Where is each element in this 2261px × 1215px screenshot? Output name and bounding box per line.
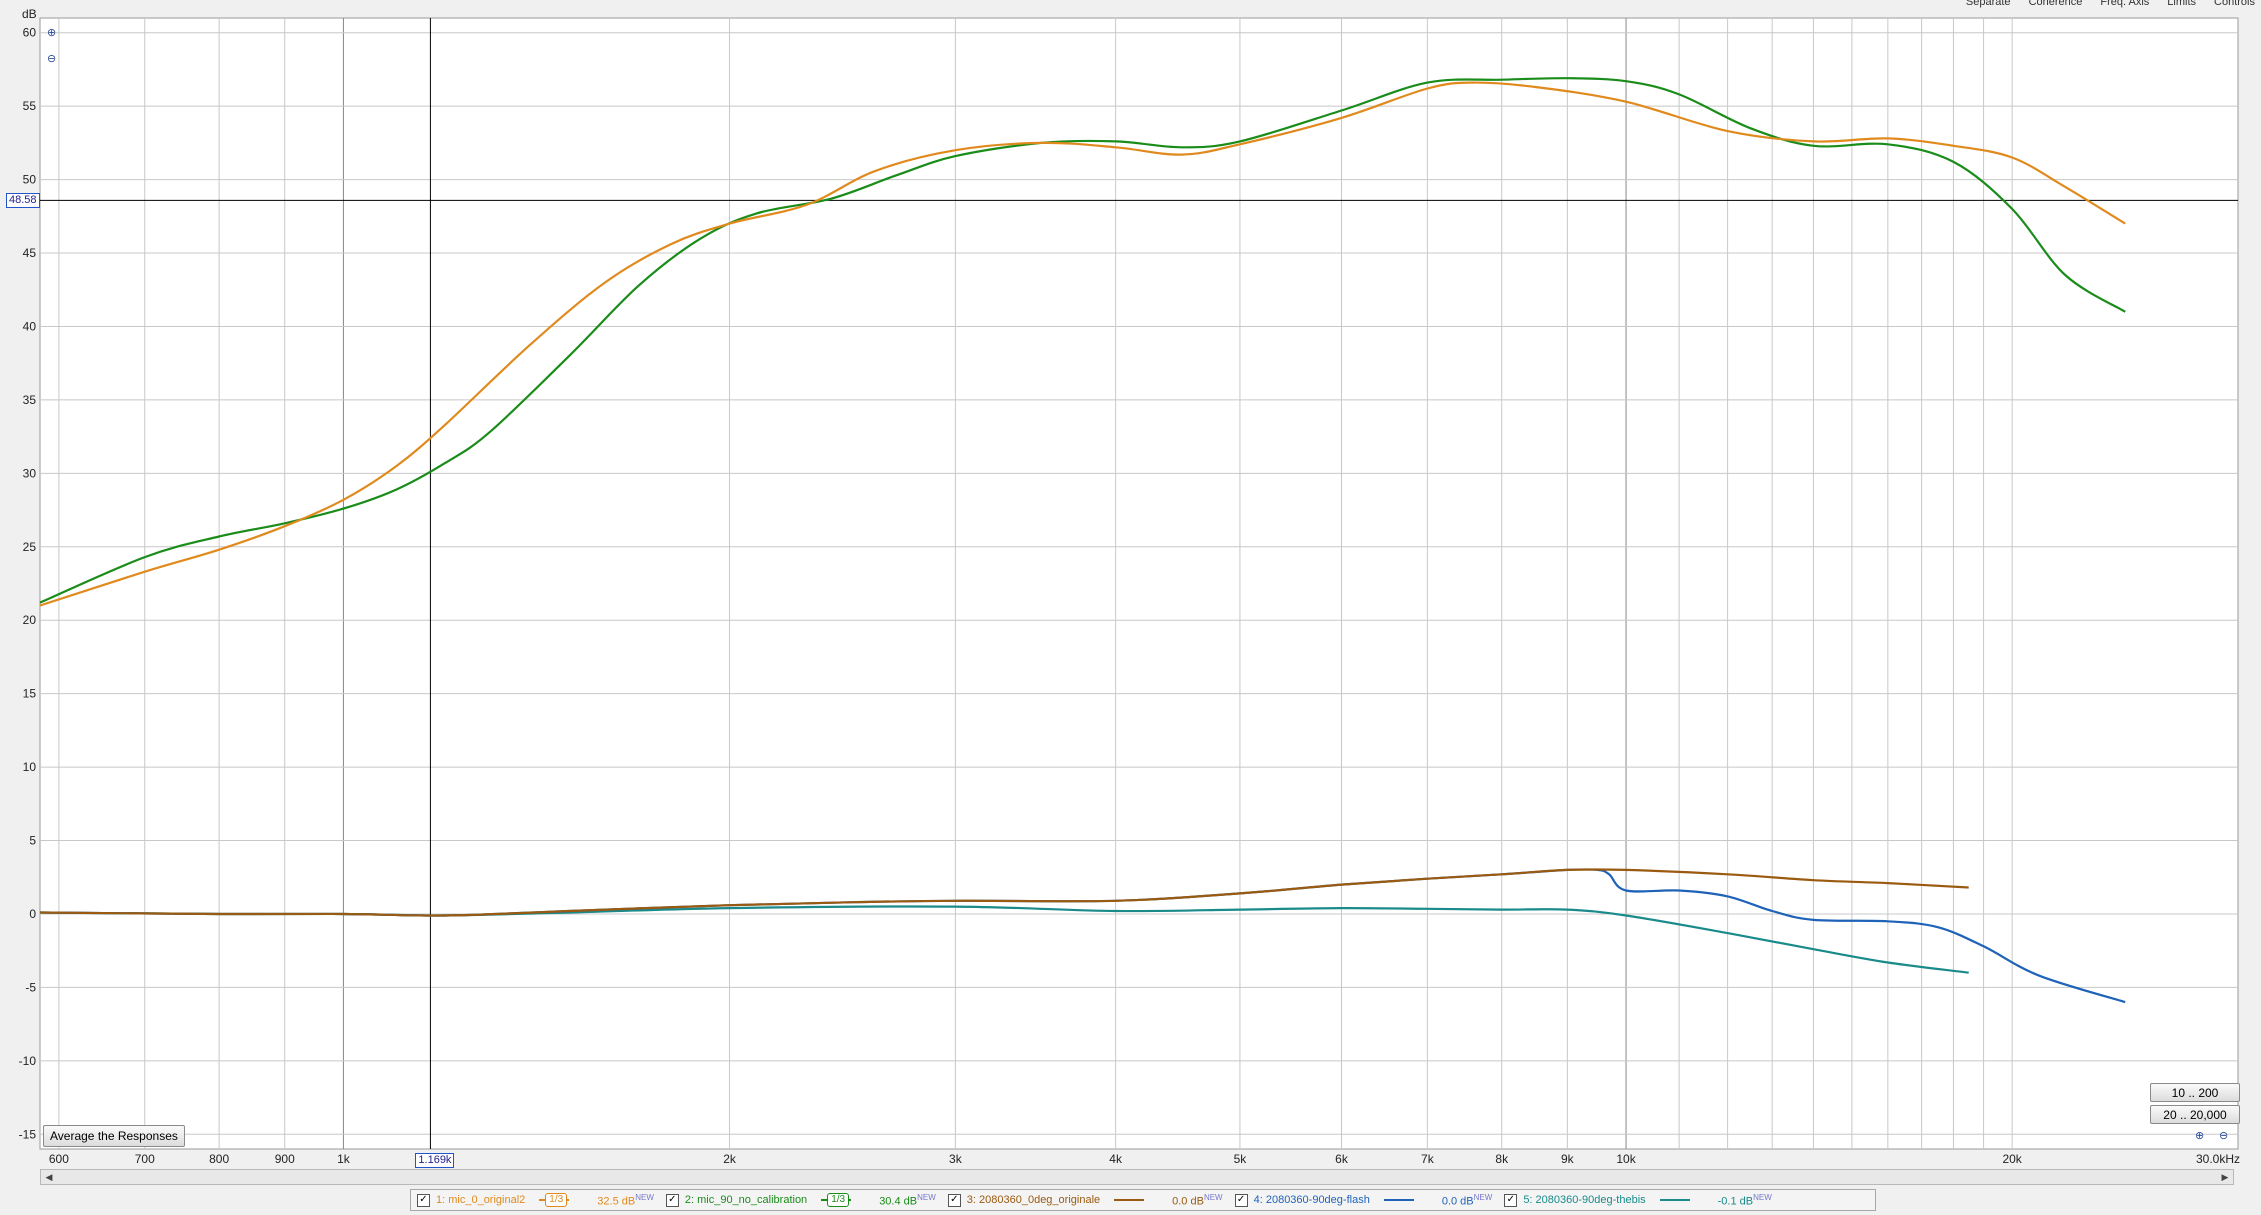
legend-item[interactable]: ✓ 1: mic_0_original2 1/3 32.5 dBNEW [417,1193,660,1208]
y-tick-label: 5 [29,834,36,848]
x-tick-label: 1k [337,1152,351,1166]
legend-swatch [1659,1199,1690,1201]
y-tick-label: 40 [23,319,37,333]
legend-offset[interactable]: 30.4 dBNEW [879,1193,936,1208]
legend-item[interactable]: ✓ 3: 2080360_0deg_originale 0.0 dBNEW [947,1193,1229,1208]
x-tick-label: 700 [135,1152,155,1166]
legend-offset[interactable]: 0.0 dBNEW [1172,1193,1222,1208]
frequency-response-chart[interactable]: 605550454035302520151050-5-10-15 600 700 8… [0,0,2261,1215]
legend-new-tag: NEW [1473,1192,1493,1202]
average-responses-button[interactable]: Average the Responses [43,1125,185,1147]
y-tick-label: 45 [23,246,37,260]
x-tick-label: 900 [275,1152,295,1166]
y-tick-label: 50 [23,173,37,187]
legend-label: 1: mic_0_original2 [436,1194,526,1206]
x-tick-label: 2k [723,1152,737,1166]
x-tick-label: 5k [1234,1152,1248,1166]
legend-checkbox[interactable]: ✓ [1504,1193,1518,1207]
x-axis-ticks: 600 700 800 900 1k 2k 3k 4k 5k 6k 7k 8k 9k 10k 20k 30.0… [49,1152,2240,1166]
legend-swatch: 1/3 [539,1193,570,1207]
y-tick-label: 0 [29,907,36,921]
legend-item[interactable]: ✓ 4: 2080360-90deg-flash 0.0 dBNEW [1234,1193,1499,1208]
scroll-left-arrow-icon[interactable]: ◀ [41,1170,57,1184]
range-20-20000-button[interactable]: 20 .. 20,000 [2150,1105,2240,1124]
y-tick-label: 55 [23,99,37,113]
legend-bar: ✓ 1: mic_0_original2 1/3 32.5 dBNEW ✓ 2: mic_… [410,1189,1876,1211]
legend-label: 4: 2080360-90deg-flash [1253,1194,1370,1206]
y-tick-label: -15 [19,1127,37,1141]
y-tick-label: 25 [23,540,37,554]
legend-checkbox[interactable]: ✓ [417,1193,430,1207]
grid [39,17,2239,1150]
smoothing-badge[interactable]: 1/3 [545,1193,568,1207]
zoom-out-x-icon[interactable]: ⊖ [2219,1129,2233,1143]
x-tick-label: 800 [209,1152,229,1166]
x-tick-label: 600 [49,1152,69,1166]
legend-checkbox[interactable]: ✓ [947,1193,961,1207]
y-tick-label: 10 [23,760,37,774]
y-tick-label: 20 [23,613,37,627]
x-tick-label: 8k [1495,1152,1509,1166]
y-tick-label: -5 [25,980,36,994]
plot-area [39,17,2239,1150]
range-10-200-button[interactable]: 10 .. 200 [2150,1083,2240,1102]
x-tick-label: 7k [1421,1152,1435,1166]
x-tick-label: 10k [1616,1152,1636,1166]
y-tick-label: -10 [19,1054,37,1068]
legend-swatch [1383,1199,1414,1201]
legend-swatch: 1/3 [821,1193,852,1207]
legend-offset[interactable]: 32.5 dBNEW [597,1193,654,1208]
cursor-freq-readout: 1.169k [415,1153,455,1168]
cursor-db-readout: 48.58 [6,193,40,209]
legend-item[interactable]: ✓ 2: mic_90_no_calibration 1/3 30.4 dBNEW [665,1193,942,1208]
x-tick-label: 6k [1335,1152,1349,1166]
legend-swatch [1114,1199,1145,1201]
legend-item[interactable]: ✓ 5: 2080360-90deg-thebis -0.1 dBNEW [1504,1193,1777,1208]
legend-label: 3: 2080360_0deg_originale [966,1194,1101,1206]
legend-label: 2: mic_90_no_calibration [684,1194,808,1206]
legend-checkbox[interactable]: ✓ [665,1193,679,1207]
horizontal-scrollbar[interactable]: ◀ ▶ [40,1169,2234,1185]
y-tick-label: 15 [23,687,37,701]
legend-new-tag: NEW [1753,1192,1772,1202]
x-tick-label: 3k [949,1152,963,1166]
y-tick-label: 60 [23,26,37,40]
scroll-right-arrow-icon[interactable]: ▶ [2217,1170,2233,1184]
x-tick-label: 4k [1109,1152,1123,1166]
legend-label: 5: 2080360-90deg-thebis [1523,1194,1646,1206]
y-tick-label: 30 [23,466,37,480]
legend-new-tag: NEW [635,1192,654,1202]
x-tick-label: 9k [1561,1152,1575,1166]
legend-checkbox[interactable]: ✓ [1234,1193,1248,1207]
legend-offset[interactable]: 0.0 dBNEW [1442,1193,1492,1208]
legend-new-tag: NEW [1203,1192,1223,1202]
legend-offset[interactable]: -0.1 dBNEW [1718,1193,1772,1208]
y-tick-label: 35 [23,393,37,407]
zoom-in-icon[interactable]: ⊕ [47,26,61,40]
x-tick-label: 30.0kHz [2196,1152,2240,1166]
legend-new-tag: NEW [917,1192,936,1202]
smoothing-badge[interactable]: 1/3 [827,1193,850,1207]
zoom-in-x-icon[interactable]: ⊕ [2195,1129,2209,1143]
zoom-out-icon[interactable]: ⊖ [47,52,61,66]
x-tick-label: 20k [2002,1152,2022,1166]
